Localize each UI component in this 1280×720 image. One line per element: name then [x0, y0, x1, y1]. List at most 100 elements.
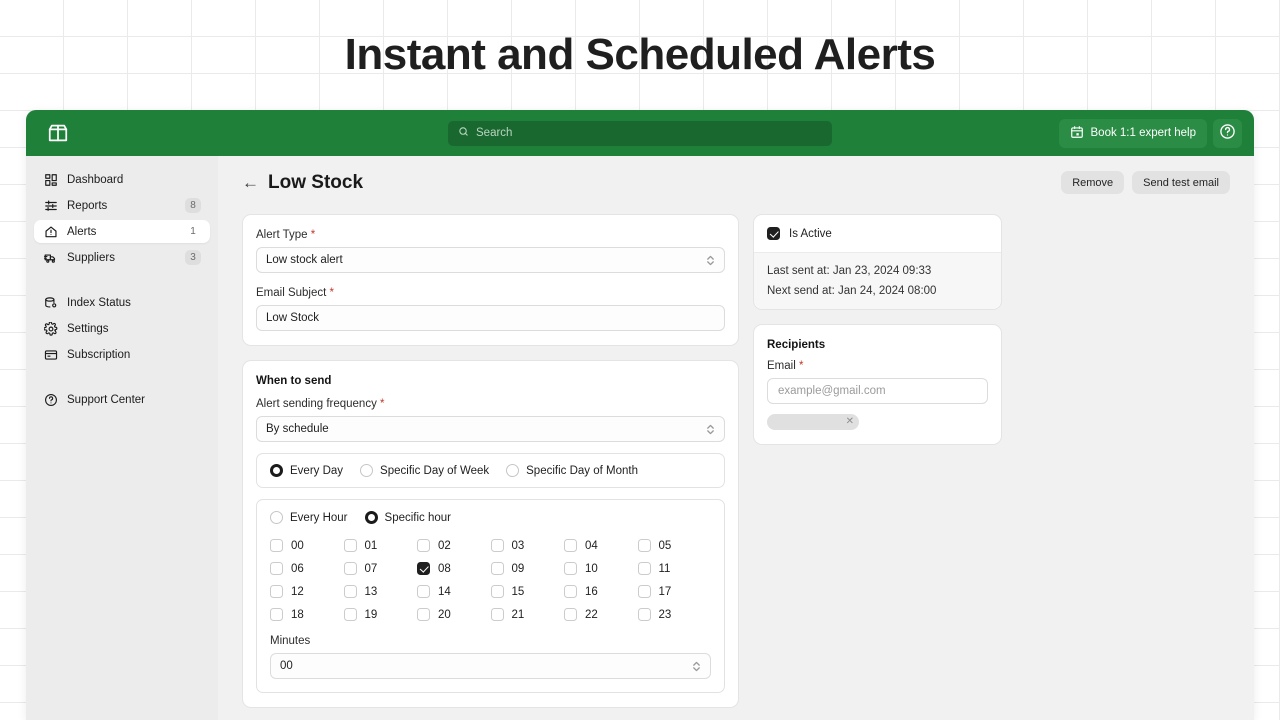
hour-checkbox[interactable]: 10 [564, 562, 638, 575]
send-test-email-button[interactable]: Send test email [1132, 171, 1230, 194]
hour-label: 22 [585, 608, 598, 621]
search-icon [458, 124, 469, 142]
checkbox-indicator [637, 562, 651, 575]
hour-checkbox[interactable]: 15 [490, 585, 565, 598]
radio-specific-day-of-week[interactable]: Specific Day of Week [360, 464, 489, 477]
checkbox-indicator [490, 585, 504, 598]
book-expert-help-button[interactable]: Book 1:1 expert help [1058, 118, 1207, 148]
question-mark-circle-icon [43, 392, 58, 407]
radio-label: Specific Day of Week [380, 464, 490, 477]
hour-checkbox[interactable]: 06 [270, 562, 344, 575]
sidebar-item-suppliers[interactable]: Suppliers 3 [34, 246, 210, 269]
sidebar-label: Settings [67, 322, 109, 335]
alert-type-value: Low stock alert [266, 254, 343, 266]
recipient-email-input[interactable] [767, 378, 988, 404]
hour-checkbox-selected[interactable]: 08 [417, 562, 491, 575]
hour-label: 10 [585, 562, 598, 575]
alert-type-select[interactable]: Low stock alert [256, 247, 725, 273]
checkbox-indicator [417, 539, 430, 552]
hour-checkbox[interactable]: 21 [490, 608, 565, 621]
sidebar-item-support-center[interactable]: Support Center [34, 388, 210, 411]
chevron-updown-icon [706, 423, 715, 436]
sidebar-item-subscription[interactable]: Subscription [34, 343, 210, 366]
radio-every-hour[interactable]: Every Hour [270, 511, 348, 524]
radio-indicator [506, 464, 520, 477]
sidebar-label: Subscription [67, 348, 131, 361]
arrow-left-icon[interactable]: ← [242, 174, 259, 191]
hour-checkbox[interactable]: 03 [490, 539, 565, 552]
page-banner: Instant and Scheduled Alerts [0, 0, 1280, 110]
checkbox-indicator [343, 585, 357, 598]
sidebar-item-dashboard[interactable]: Dashboard [34, 168, 210, 191]
sidebar-label: Index Status [67, 296, 131, 309]
hour-label: 17 [658, 585, 672, 598]
minutes-select[interactable]: 00 [270, 653, 711, 679]
radio-every-day[interactable]: Every Day [270, 464, 343, 477]
help-button[interactable] [1213, 118, 1242, 148]
search-input[interactable]: Search [448, 120, 832, 146]
hour-checkbox[interactable]: 13 [343, 585, 418, 598]
frequency-value: By schedule [266, 423, 329, 435]
hour-checkbox[interactable]: 23 [637, 608, 712, 621]
alert-details-card: Alert Type * Low stock alert Email Subje… [242, 214, 739, 346]
hour-label: 08 [438, 562, 451, 575]
recipients-title: Recipients [767, 339, 826, 351]
sidebar-item-index-status[interactable]: Index Status [34, 291, 210, 314]
radio-label: Every Hour [290, 511, 348, 524]
hour-checkbox[interactable]: 20 [417, 608, 491, 621]
main-content: ← Low Stock Remove Send test email Alert… [218, 156, 1254, 720]
is-active-label: Is Active [789, 227, 832, 240]
alert-home-icon [43, 224, 58, 239]
radio-label: Every Day [290, 464, 344, 477]
hour-checkbox[interactable]: 02 [417, 539, 491, 552]
close-icon[interactable]: ✕ [846, 417, 854, 427]
checkbox-indicator [417, 585, 430, 598]
checkbox-indicator [637, 585, 651, 598]
hour-checkbox[interactable]: 00 [270, 539, 344, 552]
hour-checkbox[interactable]: 11 [637, 562, 712, 575]
checkbox-indicator [343, 562, 357, 575]
required-marker: * [380, 398, 385, 410]
hour-checkbox[interactable]: 22 [564, 608, 638, 621]
hour-checkbox[interactable]: 18 [270, 608, 344, 621]
email-subject-input[interactable]: Low Stock [256, 305, 725, 331]
remove-button[interactable]: Remove [1061, 171, 1125, 194]
radio-specific-day-of-month[interactable]: Specific Day of Month [506, 464, 638, 477]
chevron-updown-icon [706, 254, 715, 267]
hour-checkbox[interactable]: 17 [637, 585, 712, 598]
hour-checkbox[interactable]: 09 [490, 562, 565, 575]
radio-indicator [270, 511, 283, 524]
hour-label: 15 [511, 585, 525, 598]
checkbox-indicator [564, 562, 577, 575]
hour-checkbox-grid: 00 01 02 03 04 05 06 07 08 09 10 11 12 1… [270, 539, 711, 621]
hour-label: 04 [585, 539, 598, 552]
sidebar-badge: 1 [190, 226, 196, 237]
radio-specific-hour[interactable]: Specific hour [364, 511, 451, 524]
frequency-select[interactable]: By schedule [256, 416, 725, 442]
hour-checkbox[interactable]: 12 [270, 585, 344, 598]
checkbox-indicator [490, 539, 504, 552]
when-to-send-title: When to send [256, 375, 332, 387]
package-box-icon[interactable] [44, 119, 72, 147]
hour-checkbox[interactable]: 04 [564, 539, 638, 552]
hour-checkbox[interactable]: 16 [564, 585, 638, 598]
minutes-label: Minutes [270, 635, 311, 647]
banner-title: Instant and Scheduled Alerts [344, 30, 936, 79]
hour-checkbox[interactable]: 14 [417, 585, 491, 598]
email-subject-label-text: Email Subject [256, 287, 327, 299]
hour-checkbox[interactable]: 07 [343, 562, 418, 575]
hour-checkbox[interactable]: 01 [343, 539, 418, 552]
sidebar-item-alerts[interactable]: Alerts 1 [34, 220, 210, 243]
sidebar-item-settings[interactable]: Settings [34, 317, 210, 340]
required-marker: * [798, 360, 804, 372]
hour-checkbox[interactable]: 05 [637, 539, 712, 552]
is-active-toggle[interactable]: Is Active [754, 215, 1001, 253]
recipient-chip[interactable]: ✕ [767, 414, 859, 430]
radio-indicator [270, 464, 283, 477]
hour-label: 19 [364, 608, 378, 621]
sidebar-item-reports[interactable]: Reports 8 [34, 194, 210, 217]
page-actions: Remove Send test email [1061, 171, 1230, 194]
sidebar-label: Reports [67, 199, 108, 212]
checkbox-indicator [637, 608, 651, 621]
hour-checkbox[interactable]: 19 [343, 608, 418, 621]
